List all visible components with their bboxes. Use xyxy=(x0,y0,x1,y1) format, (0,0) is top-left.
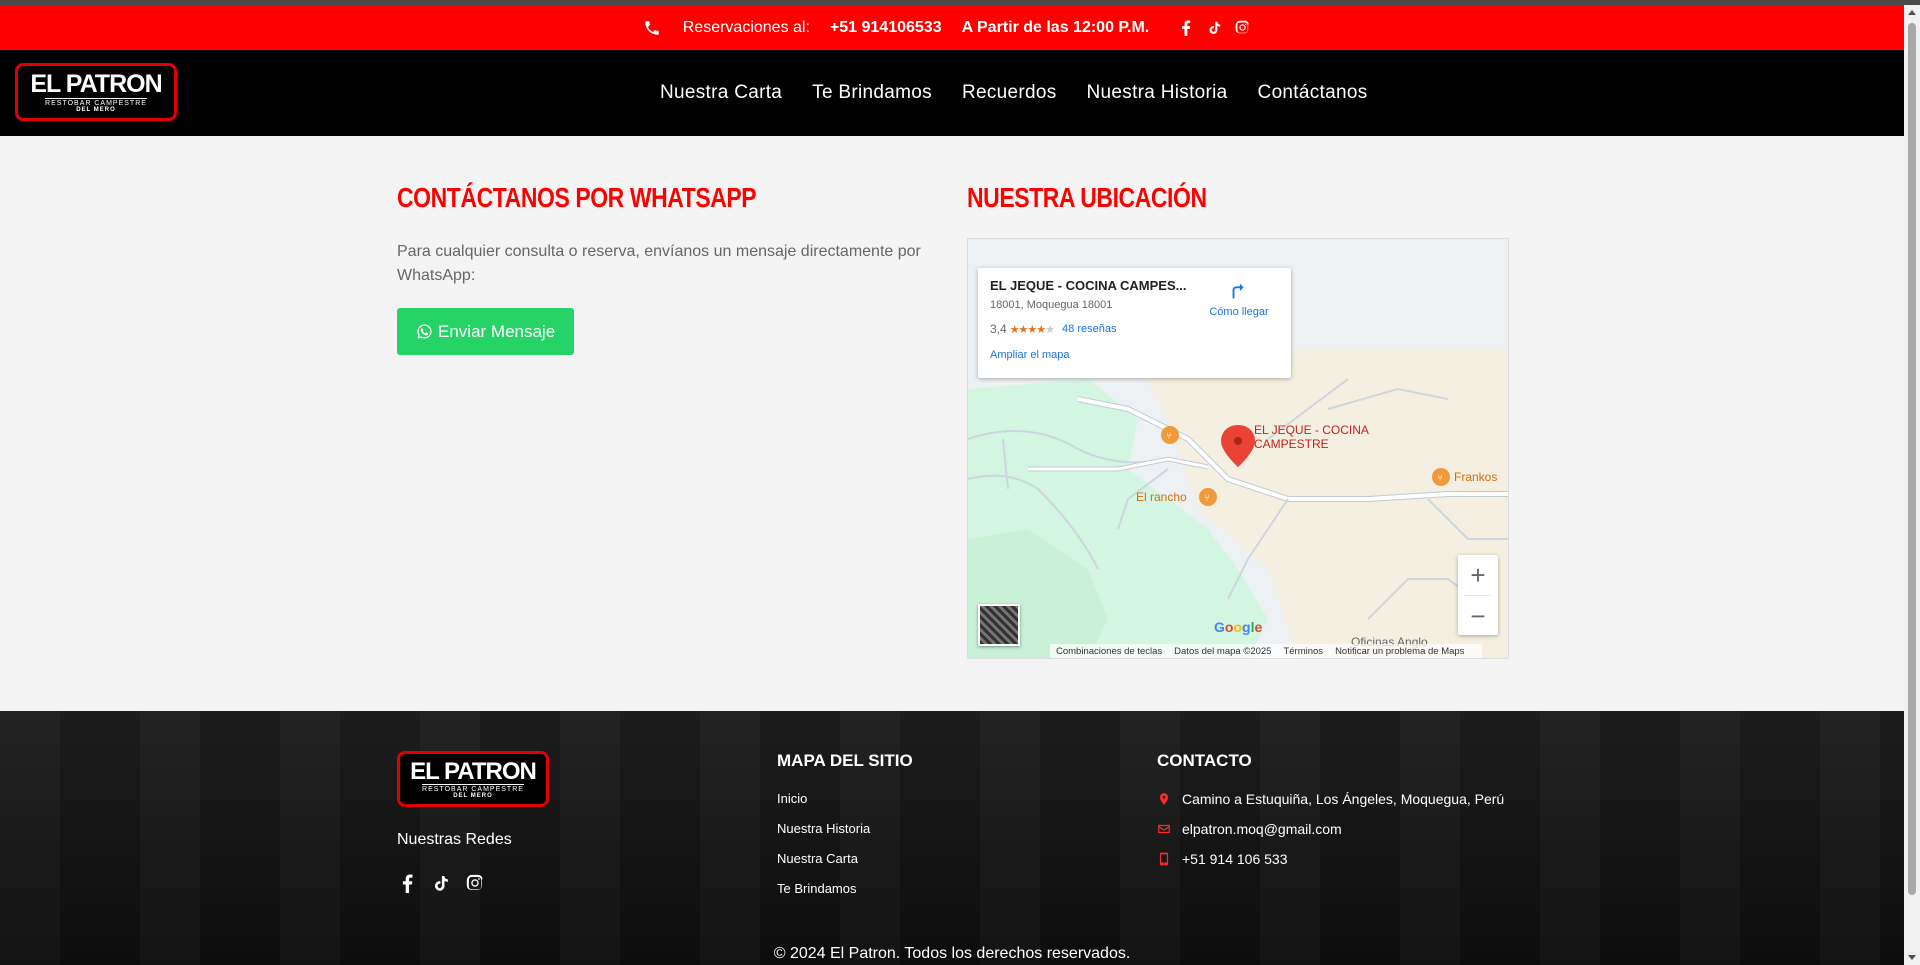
map-rating-value: 3,4 xyxy=(990,322,1007,336)
map-directions-button[interactable]: Cómo llegar xyxy=(1204,280,1274,318)
google-logo: Google xyxy=(1214,619,1263,635)
logo-sub-text: RESTOBAR CAMPESTRE xyxy=(45,98,147,107)
opening-hours: A Partir de las 12:00 P.M. xyxy=(961,18,1150,36)
footer-sitemap-column: MAPA DEL SITIO Inicio Nuestra Historia N… xyxy=(777,751,913,911)
sitemap-link-nuestra-carta[interactable]: Nuestra Carta xyxy=(777,851,913,866)
svg-text:⑂: ⑂ xyxy=(1166,431,1172,442)
location-title: NUESTRA UBICACIÓN xyxy=(967,182,1207,213)
contact-address-row: Camino a Estuquiña, Los Ángeles, Moquegu… xyxy=(1157,791,1504,807)
main-content: CONTÁCTANOS POR WHATSAPP Para cualquier … xyxy=(0,136,1904,711)
nav-item-contactanos[interactable]: Contáctanos xyxy=(1258,82,1368,104)
map-keyboard-shortcuts[interactable]: Combinaciones de teclas xyxy=(1056,646,1162,657)
svg-text:⑂: ⑂ xyxy=(1437,473,1443,484)
contact-email[interactable]: elpatron.moq@gmail.com xyxy=(1182,821,1342,837)
zoom-in-button[interactable]: + xyxy=(1458,555,1498,595)
page-scrollbar[interactable] xyxy=(1904,5,1920,965)
tiktok-icon[interactable] xyxy=(1205,19,1223,37)
map-reviews-link[interactable]: 48 reseñas xyxy=(1062,323,1116,335)
map-enlarge-link[interactable]: Ampliar el mapa xyxy=(990,349,1279,361)
nav-item-nuestra-historia[interactable]: Nuestra Historia xyxy=(1087,82,1228,104)
mobile-phone-icon xyxy=(1159,852,1169,866)
footer-logo-main-text: EL PATRON xyxy=(410,757,537,785)
satellite-toggle[interactable] xyxy=(978,604,1020,646)
site-logo[interactable]: EL PATRON RESTOBAR CAMPESTRE DEL MERO xyxy=(15,63,177,121)
whatsapp-description: Para cualquier consulta o reserva, envía… xyxy=(397,243,921,284)
map-rating-stars: ★★★★★ xyxy=(1009,323,1055,336)
footer-brand-column: EL PATRON RESTOBAR CAMPESTRE DEL MERO Nu… xyxy=(397,751,549,893)
reservations-label: Reservaciones al: xyxy=(682,18,810,36)
contact-heading: CONTACTO xyxy=(1157,751,1252,770)
contact-email-row: elpatron.moq@gmail.com xyxy=(1157,821,1504,837)
footer-social-icons xyxy=(397,873,549,893)
nav-item-te-brindamos[interactable]: Te Brindamos xyxy=(812,82,932,104)
sitemap-heading: MAPA DEL SITIO xyxy=(777,751,913,770)
map-marker-label-line2: CAMPESTRE xyxy=(1254,437,1329,451)
contact-list: Camino a Estuquiña, Los Ángeles, Moquegu… xyxy=(1157,791,1504,867)
map-marker-label-line1: EL JEQUE - COCINA xyxy=(1254,423,1369,437)
location-section: NUESTRA UBICACIÓN ⑂ ⑂ ⑂ EL JEQUE - COCIN… xyxy=(967,182,1509,659)
top-bar: Reservaciones al: +51 914106533 A Partir… xyxy=(0,5,1904,50)
map-report-problem-link[interactable]: Notificar un problema de Maps xyxy=(1335,646,1464,657)
nav-item-nuestra-carta[interactable]: Nuestra Carta xyxy=(660,82,782,104)
instagram-icon[interactable] xyxy=(465,873,485,893)
sitemap-links: Inicio Nuestra Historia Nuestra Carta Te… xyxy=(777,791,913,896)
contact-phone[interactable]: +51 914 106 533 xyxy=(1182,851,1288,867)
map-poi-el-rancho[interactable]: El rancho xyxy=(1136,490,1187,504)
facebook-icon[interactable] xyxy=(397,873,417,893)
svg-text:⑂: ⑂ xyxy=(1204,493,1210,504)
contact-address: Camino a Estuquiña, Los Ángeles, Moquegu… xyxy=(1182,791,1505,807)
sitemap-link-inicio[interactable]: Inicio xyxy=(777,791,913,806)
sitemap-link-te-brindamos[interactable]: Te Brindamos xyxy=(777,881,913,896)
map-directions-label: Cómo llegar xyxy=(1209,306,1269,318)
scroll-up-arrow[interactable] xyxy=(1908,10,1916,15)
map-data-credit: Datos del mapa ©2025 xyxy=(1174,645,1272,657)
tiktok-icon[interactable] xyxy=(431,873,451,893)
main-nav: Nuestra Carta Te Brindamos Recuerdos Nue… xyxy=(660,50,1398,136)
google-map[interactable]: ⑂ ⑂ ⑂ EL JEQUE - COCINA CAMPES... 18001,… xyxy=(967,238,1509,659)
map-pin-icon xyxy=(1159,793,1169,805)
site-footer: EL PATRON RESTOBAR CAMPESTRE DEL MERO Nu… xyxy=(0,711,1904,965)
map-terms-link[interactable]: Términos xyxy=(1283,646,1323,657)
footer-social-label: Nuestras Redes xyxy=(397,831,512,848)
site-header: EL PATRON RESTOBAR CAMPESTRE DEL MERO Nu… xyxy=(0,50,1904,136)
map-rating-row: 3,4 ★★★★★ 48 reseñas xyxy=(990,322,1279,336)
whatsapp-title: CONTÁCTANOS POR WHATSAPP xyxy=(397,182,757,213)
map-place-card: EL JEQUE - COCINA CAMPES... 18001, Moque… xyxy=(978,268,1291,378)
directions-icon xyxy=(1232,283,1244,299)
logo-sub2-text: DEL MERO xyxy=(76,107,116,113)
whatsapp-section: CONTÁCTANOS POR WHATSAPP Para cualquier … xyxy=(397,182,937,355)
map-poi-frankos[interactable]: Frankos xyxy=(1454,470,1497,484)
scroll-down-arrow[interactable] xyxy=(1908,955,1916,960)
map-marker-label: EL JEQUE - COCINA CAMPESTRE xyxy=(1254,423,1369,451)
map-footer: Combinaciones de teclas Datos del mapa ©… xyxy=(1050,644,1483,658)
nav-item-recuerdos[interactable]: Recuerdos xyxy=(962,82,1057,104)
footer-background xyxy=(0,711,1904,965)
scrollbar-thumb[interactable] xyxy=(1908,23,1916,895)
map-place-name: EL JEQUE - COCINA CAMPES... xyxy=(990,278,1187,293)
instagram-icon[interactable] xyxy=(1233,19,1251,37)
contact-phone-row: +51 914 106 533 xyxy=(1157,851,1504,867)
zoom-out-button[interactable]: − xyxy=(1458,596,1498,636)
facebook-icon[interactable] xyxy=(1177,19,1195,37)
envelope-icon xyxy=(1158,824,1170,834)
footer-logo[interactable]: EL PATRON RESTOBAR CAMPESTRE DEL MERO xyxy=(397,751,549,807)
send-message-label: Enviar Mensaje xyxy=(438,321,556,341)
footer-contact-column: CONTACTO Camino a Estuquiña, Los Ángeles… xyxy=(1157,751,1504,881)
footer-logo-sub-text: RESTOBAR CAMPESTRE xyxy=(422,783,524,793)
logo-main-text: EL PATRON xyxy=(30,70,162,98)
send-message-button[interactable]: Enviar Mensaje xyxy=(397,308,575,355)
reservations-phone[interactable]: +51 914106533 xyxy=(830,19,942,37)
copyright-text: © 2024 El Patron. Todos los derechos res… xyxy=(773,945,1131,962)
whatsapp-icon xyxy=(417,324,432,339)
sitemap-link-nuestra-historia[interactable]: Nuestra Historia xyxy=(777,821,913,836)
map-zoom-control: + − xyxy=(1458,555,1498,635)
footer-logo-sub2-text: DEL MERO xyxy=(453,792,493,799)
phone-icon xyxy=(643,19,661,37)
